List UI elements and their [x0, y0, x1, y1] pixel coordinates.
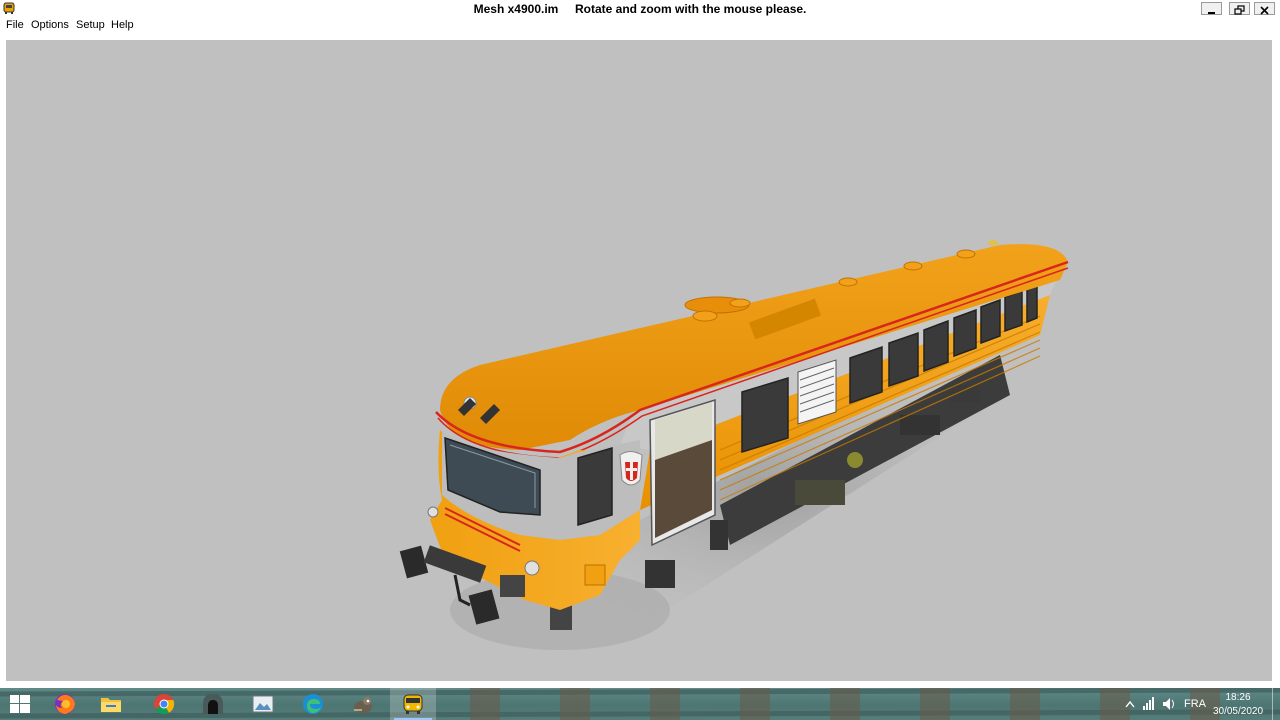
taskbar-train-viewer[interactable]: [390, 688, 436, 720]
firefox-icon: [55, 694, 75, 714]
menu-help[interactable]: Help: [111, 19, 134, 31]
clock-date[interactable]: 30/05/2020: [1208, 706, 1268, 717]
show-desktop-button[interactable]: [1272, 688, 1280, 720]
minimize-button[interactable]: [1201, 2, 1222, 15]
windows-logo-icon: [10, 695, 30, 713]
tray-language[interactable]: FRA: [1184, 688, 1208, 720]
file-explorer-icon: [101, 698, 121, 712]
train-viewer-icon: [403, 694, 423, 714]
clock-time[interactable]: 18:26: [1208, 692, 1268, 703]
taskbar-gimp[interactable]: [340, 688, 386, 720]
window-title: Mesh x4900.im Rotate and zoom with the m…: [0, 2, 1280, 16]
taskbar-file-explorer[interactable]: [88, 688, 134, 720]
taskbar: FRA 18:26 30/05/2020: [0, 688, 1280, 720]
3d-viewport[interactable]: [6, 40, 1272, 681]
taskbar-edge[interactable]: [290, 688, 336, 720]
menu-bar: File Options Setup Help: [0, 18, 1280, 34]
menu-options[interactable]: Options: [31, 19, 69, 31]
window-filename: Mesh x4900.im: [473, 2, 559, 16]
train-model[interactable]: [6, 40, 1272, 681]
taskbar-firefox[interactable]: [42, 688, 88, 720]
minimize-icon: [1208, 12, 1215, 14]
chevron-up-icon: [1125, 700, 1135, 708]
close-button[interactable]: [1254, 2, 1275, 15]
taskbar-chrome[interactable]: [141, 688, 187, 720]
window-instruction: Rotate and zoom with the mouse please.: [575, 2, 807, 16]
start-button[interactable]: [0, 688, 40, 720]
tray-chevron[interactable]: [1124, 688, 1136, 720]
speaker-icon: [1163, 698, 1174, 710]
taskbar-image-viewer[interactable]: [240, 688, 286, 720]
restore-icon: [1234, 5, 1245, 15]
close-icon: [1260, 6, 1269, 15]
network-icon: [1143, 697, 1154, 710]
tray-volume[interactable]: [1162, 688, 1176, 720]
gimp-icon: [354, 697, 372, 713]
restore-button[interactable]: [1229, 2, 1250, 15]
chrome-icon: [154, 694, 175, 715]
title-bar: Mesh x4900.im Rotate and zoom with the m…: [0, 0, 1280, 18]
image-viewer-icon: [252, 695, 274, 713]
tunnel-app-icon: [203, 694, 223, 714]
edge-icon: [303, 694, 323, 714]
taskbar-tunnel-app[interactable]: [190, 688, 236, 720]
menu-file[interactable]: File: [6, 19, 24, 31]
menu-setup[interactable]: Setup: [76, 19, 105, 31]
tray-network[interactable]: [1142, 688, 1156, 720]
